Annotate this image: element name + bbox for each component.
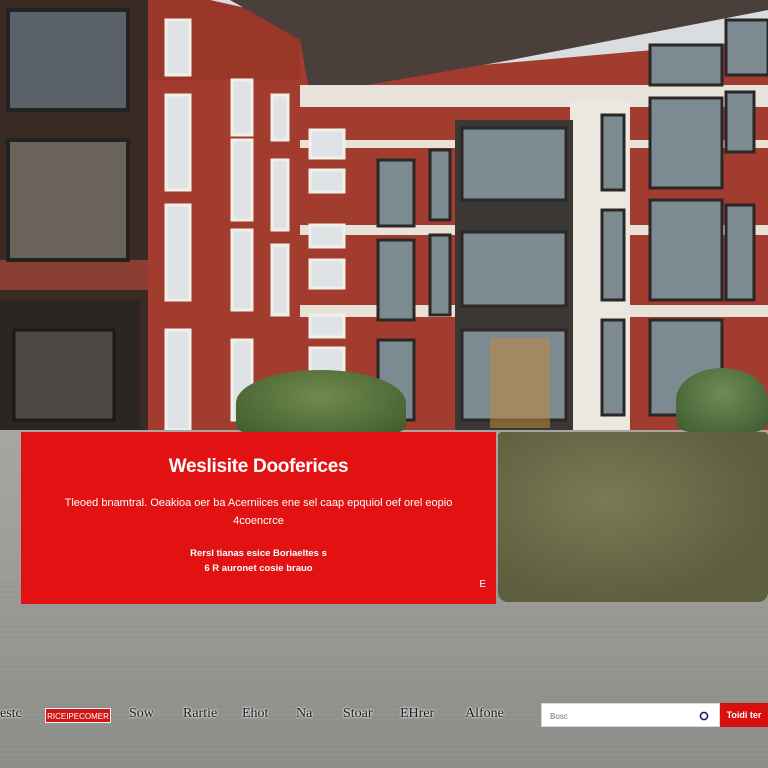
nav-badge-button[interactable]: RICEIPECOMER xyxy=(45,708,111,723)
nav-item-ehot[interactable]: Ehot xyxy=(242,706,268,722)
hero-corner-mark: E xyxy=(479,579,486,590)
shrub xyxy=(676,368,768,432)
background-photo xyxy=(0,0,768,768)
hero-card: Weslisite Dooferices Tleoed bnamtral. Oe… xyxy=(21,432,496,604)
nav-item-sow[interactable]: Sow xyxy=(129,706,154,722)
search-box xyxy=(541,703,720,727)
search-icon[interactable] xyxy=(698,709,710,721)
nav-item-na[interactable]: Na xyxy=(296,706,312,722)
nav-item-ehrer[interactable]: EHrer xyxy=(400,706,434,722)
hero-info-line-1: Rersl tianas esice Boriaeltes s xyxy=(190,548,327,559)
hero-description: Tleoed bnamtral. Oeakioa oer ba Acerniic… xyxy=(64,497,453,527)
nav-item-alfone[interactable]: Alfone xyxy=(465,706,504,722)
brick-building xyxy=(0,0,768,440)
shrub xyxy=(236,370,406,436)
hero-info-line-2: 6 R auronet cosie brauo xyxy=(204,563,313,574)
search-button[interactable]: Toidi ter xyxy=(720,703,768,727)
nav-item-rartie[interactable]: Rartie xyxy=(183,706,217,722)
search-input[interactable] xyxy=(548,707,692,725)
nav-item-estc[interactable]: estc xyxy=(0,706,22,722)
hero-title: Weslisite Dooferices xyxy=(168,456,349,477)
hedge xyxy=(498,432,768,602)
nav-item-stoar[interactable]: Stoar xyxy=(343,706,373,722)
hero-info: Rersl tianas esice Boriaeltes s 6 R auro… xyxy=(21,546,496,576)
